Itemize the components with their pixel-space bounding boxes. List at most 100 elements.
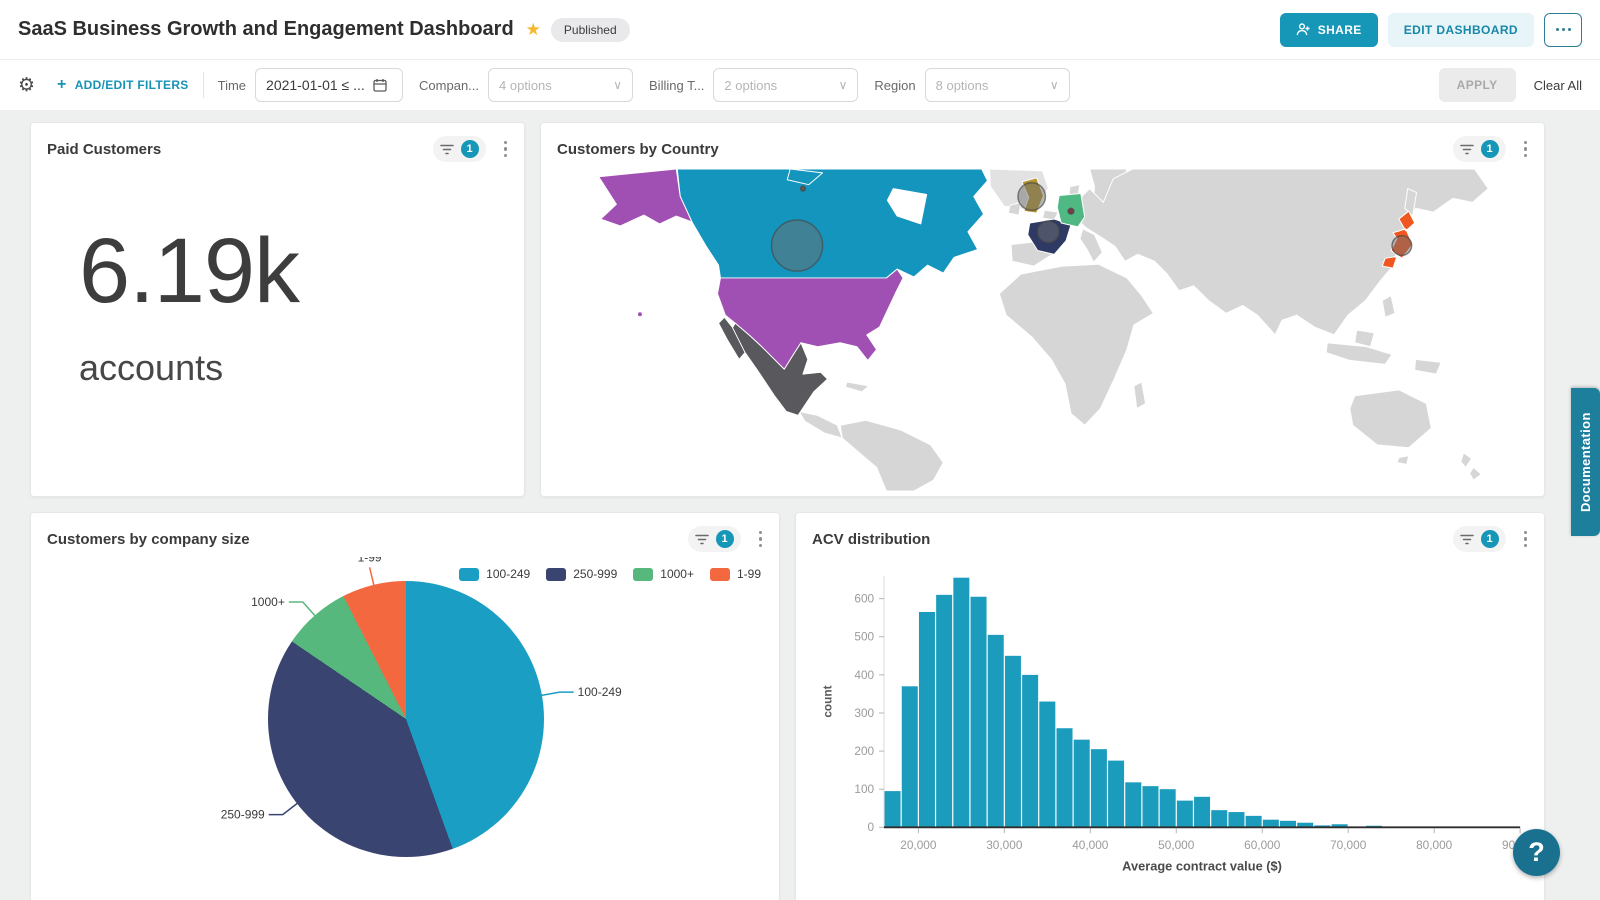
apply-button[interactable]: APPLY — [1439, 68, 1516, 102]
hist-bar[interactable] — [1074, 740, 1090, 828]
y-tick-label: 300 — [854, 706, 874, 720]
filter-count-badge: 1 — [1481, 140, 1499, 158]
filter-label: Region — [874, 78, 915, 93]
y-tick-label: 600 — [854, 592, 874, 606]
hist-bar[interactable] — [953, 578, 969, 828]
filter-dropdown[interactable]: 2 options∨ — [713, 68, 858, 102]
kebab-menu-icon[interactable] — [756, 528, 766, 551]
legend-item[interactable]: 100-249 — [459, 567, 530, 581]
hist-bar[interactable] — [1160, 789, 1176, 827]
documentation-tab[interactable]: Documentation — [1571, 388, 1600, 536]
legend-item[interactable]: 250-999 — [546, 567, 617, 581]
kebab-menu-icon[interactable] — [1521, 528, 1531, 551]
hist-bar[interactable] — [902, 686, 918, 827]
hist-bar[interactable] — [1057, 728, 1073, 827]
map-madagascar[interactable] — [1134, 382, 1146, 409]
panel-title: ACV distribution — [812, 531, 930, 548]
hist-bar[interactable] — [1125, 782, 1141, 827]
legend-label: 1-99 — [737, 567, 761, 581]
map-hawaii[interactable] — [638, 312, 643, 317]
map-new-guinea[interactable] — [1415, 359, 1442, 374]
map-usa[interactable] — [718, 269, 904, 369]
filter-group-region: Region 8 options∨ — [874, 68, 1069, 102]
chevron-down-icon: ∨ — [839, 78, 848, 92]
hist-bar[interactable] — [1142, 786, 1158, 827]
hist-bar[interactable] — [885, 791, 901, 827]
kebab-menu-icon[interactable] — [501, 138, 511, 161]
map-australia[interactable] — [1350, 390, 1431, 448]
hist-bar[interactable] — [1263, 820, 1279, 828]
app-header: SaaS Business Growth and Engagement Dash… — [0, 0, 1600, 60]
widget-filter-chip[interactable]: 1 — [1453, 136, 1506, 162]
hist-bar[interactable] — [1194, 797, 1210, 827]
y-axis-title: count — [821, 685, 835, 717]
map-philippines[interactable] — [1382, 296, 1395, 318]
help-button[interactable]: ? — [1513, 829, 1560, 876]
share-button[interactable]: SHARE — [1280, 13, 1378, 47]
legend-label: 100-249 — [486, 567, 530, 581]
map-central-america[interactable] — [799, 411, 842, 438]
add-edit-filters-button[interactable]: + ADD/EDIT FILTERS — [57, 76, 189, 94]
widget-filter-chip[interactable]: 1 — [433, 136, 486, 162]
bubble-france[interactable] — [1038, 221, 1060, 243]
hist-bar[interactable] — [1177, 801, 1193, 828]
bubble-canada[interactable] — [800, 186, 805, 191]
map-africa[interactable] — [999, 264, 1153, 425]
filter-label: Compan... — [419, 78, 479, 93]
plus-icon: + — [57, 76, 67, 94]
y-tick-label: 500 — [854, 630, 874, 644]
hist-bar[interactable] — [1091, 749, 1107, 827]
hist-bar[interactable] — [919, 612, 935, 827]
x-tick-label: 70,000 — [1330, 838, 1367, 852]
bubble-usa[interactable] — [772, 220, 823, 271]
map-iceland[interactable] — [1043, 210, 1059, 220]
edit-dashboard-button[interactable]: EDIT DASHBOARD — [1388, 13, 1534, 47]
hist-bar[interactable] — [1246, 816, 1262, 827]
map-cuba[interactable] — [845, 382, 869, 392]
date-range-value: 2021-01-01 ≤ ... — [266, 77, 365, 93]
legend-swatch — [710, 568, 730, 581]
hist-bar[interactable] — [1211, 810, 1227, 827]
x-tick-label: 50,000 — [1158, 838, 1195, 852]
kebab-menu-icon[interactable] — [1521, 138, 1531, 161]
filter-dropdown[interactable]: 4 options∨ — [488, 68, 633, 102]
map-tasmania[interactable] — [1397, 456, 1409, 465]
bubble-germany[interactable] — [1068, 208, 1074, 214]
edit-dashboard-label: EDIT DASHBOARD — [1404, 23, 1518, 37]
pie-slice-label: 1-99 — [358, 557, 382, 564]
hist-bar[interactable] — [1005, 656, 1021, 827]
chart-legend: 100-249 250-999 1000+ 1-99 — [459, 567, 761, 581]
legend-item[interactable]: 1000+ — [633, 567, 694, 581]
hist-bar[interactable] — [1039, 702, 1055, 828]
gear-icon[interactable]: ⚙ — [18, 74, 35, 96]
map-canada[interactable] — [677, 169, 987, 278]
pie-chart[interactable] — [268, 581, 544, 857]
legend-item[interactable]: 1-99 — [710, 567, 761, 581]
favorite-star-icon[interactable]: ★ — [526, 20, 541, 40]
panel-title: Customers by Country — [557, 141, 719, 158]
filter-dropdown[interactable]: 8 options∨ — [925, 68, 1070, 102]
hist-bar[interactable] — [936, 595, 952, 827]
panel-customers-by-country: Customers by Country 1 — [540, 122, 1545, 497]
more-options-button[interactable] — [1544, 13, 1582, 47]
legend-swatch — [633, 568, 653, 581]
map-indonesia[interactable] — [1326, 343, 1392, 365]
map-south-america[interactable] — [840, 420, 943, 491]
bubble-japan[interactable] — [1392, 236, 1412, 256]
y-tick-label: 400 — [854, 668, 874, 682]
map-borneo[interactable] — [1355, 330, 1375, 347]
share-label: SHARE — [1318, 23, 1362, 37]
hist-bar[interactable] — [971, 597, 987, 828]
widget-filter-chip[interactable]: 1 — [688, 526, 741, 552]
bubble-uk[interactable] — [1018, 183, 1045, 210]
hist-bar[interactable] — [1108, 761, 1124, 828]
hist-bar[interactable] — [1228, 812, 1244, 827]
x-tick-label: 20,000 — [900, 838, 937, 852]
hist-bar[interactable] — [988, 635, 1004, 827]
widget-filter-chip[interactable]: 1 — [1453, 526, 1506, 552]
clear-all-button[interactable]: Clear All — [1534, 78, 1582, 93]
hist-bar[interactable] — [1022, 675, 1038, 827]
map-new-zealand[interactable] — [1461, 453, 1482, 480]
add-edit-filters-label: ADD/EDIT FILTERS — [75, 78, 189, 92]
time-filter-field[interactable]: 2021-01-01 ≤ ... — [255, 68, 403, 102]
